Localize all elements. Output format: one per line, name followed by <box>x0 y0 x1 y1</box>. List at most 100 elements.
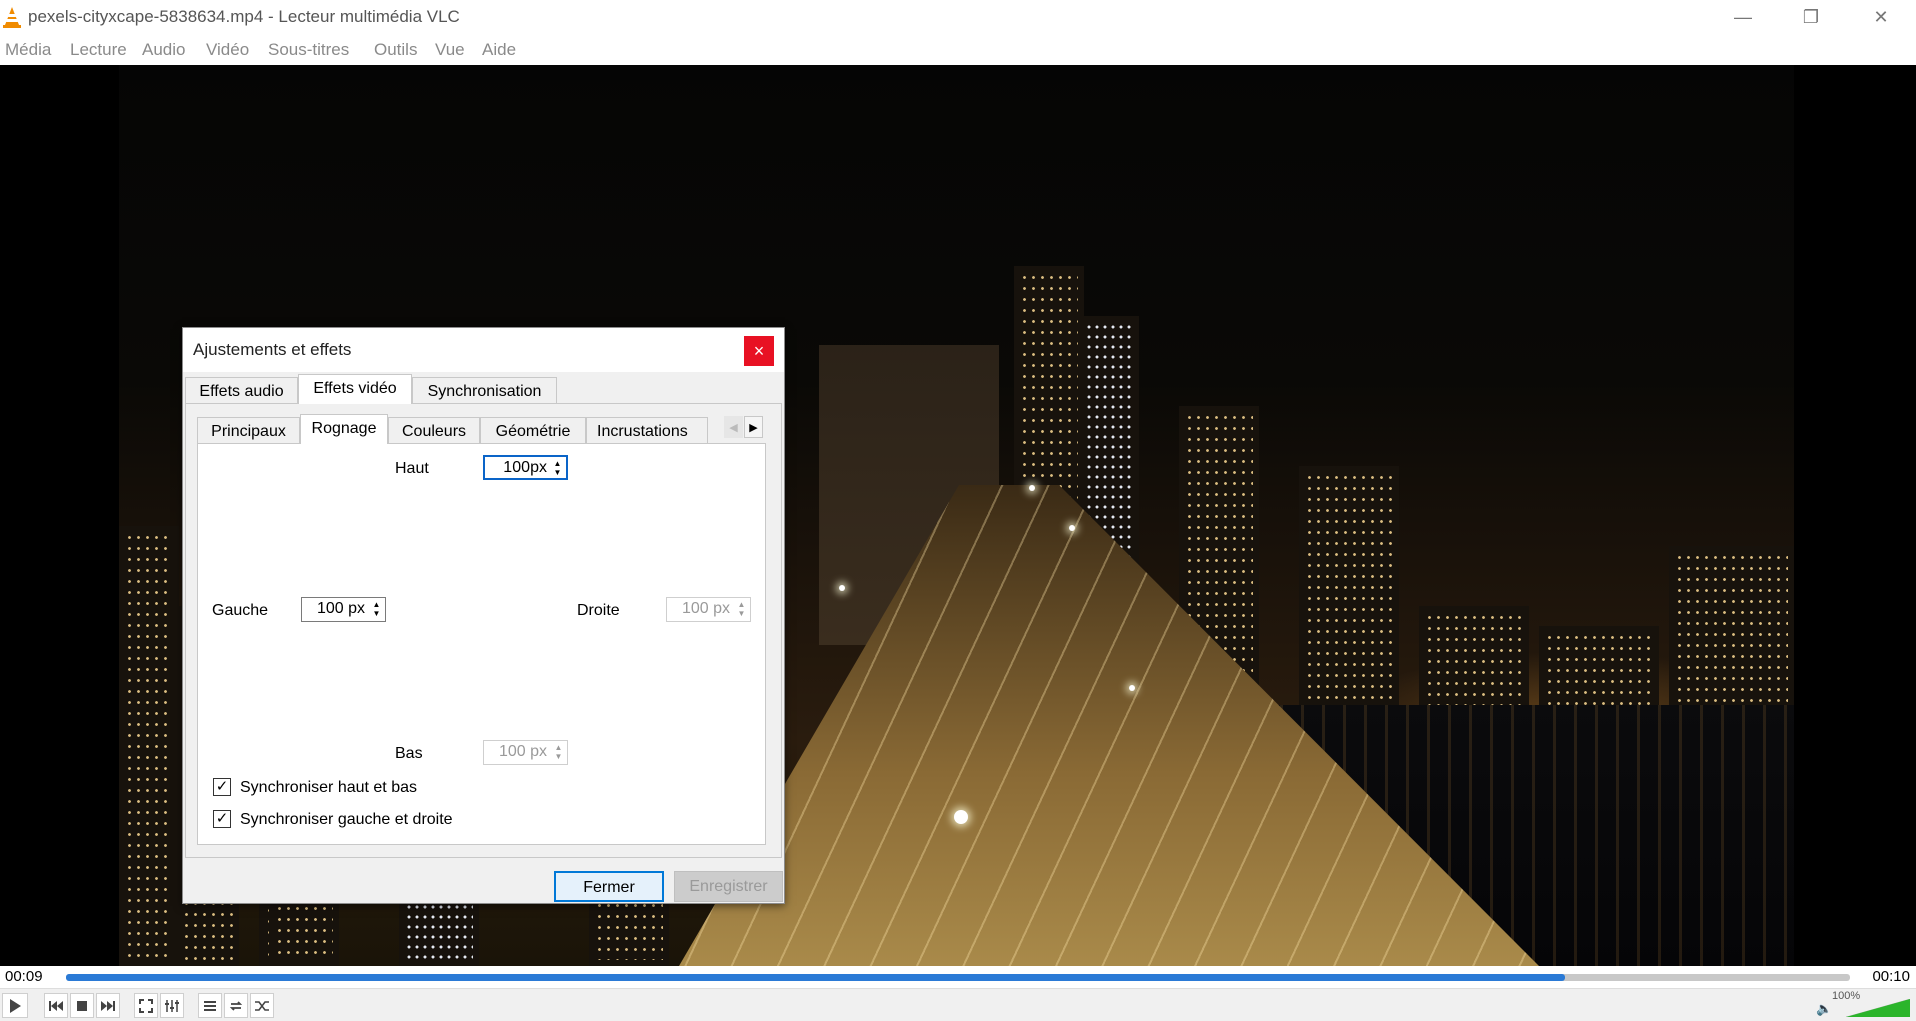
tab-scroll-left-button[interactable]: ◀ <box>724 416 743 438</box>
loop-button[interactable] <box>224 993 248 1018</box>
close-icon: ✕ <box>1873 6 1889 27</box>
dialog-title-bar: Ajustements et effets × <box>183 328 784 372</box>
left-crop-input[interactable]: 100 px ▲ ▼ <box>301 597 386 622</box>
dialog-close-button[interactable]: × <box>744 336 774 366</box>
minimize-button[interactable]: — <box>1708 0 1778 34</box>
top-crop-value: 100 <box>503 459 530 476</box>
tab-label: Effets audio <box>199 383 284 400</box>
close-icon: × <box>753 340 765 361</box>
playlist-icon <box>204 1000 216 1011</box>
chevron-left-icon: ◀ <box>729 421 738 434</box>
street-lamp <box>1129 685 1135 691</box>
menu-aide[interactable]: Aide <box>482 40 516 60</box>
stop-button[interactable] <box>70 993 94 1018</box>
menu-media[interactable]: Média <box>5 40 51 60</box>
close-button[interactable]: Fermer <box>554 871 664 902</box>
right-crop-stepper[interactable]: ▲ ▼ <box>735 600 748 619</box>
equalizer-icon <box>165 999 179 1012</box>
tab-geometrie[interactable]: Géométrie <box>480 417 586 444</box>
tab-effets-audio[interactable]: Effets audio <box>185 377 298 404</box>
save-button[interactable]: Enregistrer <box>674 871 783 902</box>
spin-up-icon: ▲ <box>553 459 562 468</box>
street-lamp <box>954 810 968 824</box>
spin-down-icon: ▼ <box>737 609 746 618</box>
window-title: pexels-cityxcape-5838634.mp4 - Lecteur m… <box>28 7 460 26</box>
right-label: Droite <box>577 602 620 619</box>
top-crop-unit: px <box>530 459 547 476</box>
menu-bar: Média Lecture Audio Vidéo Sous-titres Ou… <box>0 34 1916 65</box>
tab-effets-video[interactable]: Effets vidéo <box>298 374 412 404</box>
previous-button[interactable] <box>44 993 68 1018</box>
spin-down-icon: ▼ <box>372 609 381 618</box>
speaker-icon[interactable]: 🔈 <box>1816 1001 1832 1017</box>
tab-label: Effets vidéo <box>313 380 397 397</box>
bottom-crop-stepper[interactable]: ▲ ▼ <box>552 743 565 762</box>
bottom-crop-input[interactable]: 100 px ▲ ▼ <box>483 740 568 765</box>
tab-label: Principaux <box>211 423 286 440</box>
vlc-logo-icon <box>3 7 21 28</box>
next-icon <box>101 1000 115 1011</box>
top-crop-stepper[interactable]: ▲ ▼ <box>551 459 564 478</box>
shuffle-icon <box>255 1000 269 1011</box>
spin-up-icon: ▲ <box>737 600 746 609</box>
loop-icon <box>229 1000 243 1011</box>
fullscreen-icon <box>139 998 153 1013</box>
tab-label: Synchronisation <box>427 383 542 400</box>
top-label: Haut <box>395 460 429 477</box>
street-lamp <box>1029 485 1035 491</box>
checkmark-icon: ✓ <box>215 810 229 827</box>
tab-couleurs[interactable]: Couleurs <box>388 417 480 444</box>
sync-left-right-checkbox[interactable]: ✓ <box>213 810 231 828</box>
left-label: Gauche <box>212 602 269 619</box>
street-lamp <box>1069 525 1075 531</box>
next-button[interactable] <box>96 993 120 1018</box>
spin-up-icon: ▲ <box>372 600 381 609</box>
left-crop-value: 100 px <box>316 600 365 617</box>
street-lamp <box>839 585 845 591</box>
tab-principaux[interactable]: Principaux <box>197 417 300 444</box>
control-bar: 🔈 100% <box>0 988 1916 1021</box>
seek-progress <box>66 974 1565 981</box>
right-crop-input[interactable]: 100 px ▲ ▼ <box>666 597 751 622</box>
title-bar: pexels-cityxcape-5838634.mp4 - Lecteur m… <box>0 0 1916 34</box>
time-total: 00:10 <box>1872 968 1910 985</box>
tab-label: Géométrie <box>495 423 571 440</box>
previous-icon <box>49 1000 63 1011</box>
left-crop-stepper[interactable]: ▲ ▼ <box>370 600 383 619</box>
play-button[interactable] <box>2 993 28 1018</box>
menu-sous-titres[interactable]: Sous-titres <box>268 40 349 60</box>
menu-audio[interactable]: Audio <box>142 40 185 60</box>
right-crop-value: 100 px <box>681 600 730 617</box>
tab-incrustations[interactable]: Incrustations <box>586 417 708 444</box>
seek-slider[interactable] <box>66 974 1850 981</box>
spin-up-icon: ▲ <box>554 743 563 752</box>
tab-label: Couleurs <box>401 423 467 440</box>
adjustments-effects-dialog: Ajustements et effets × Effets audio Eff… <box>182 327 785 904</box>
restore-button[interactable]: ❐ <box>1776 0 1846 34</box>
tab-synchronisation[interactable]: Synchronisation <box>412 377 557 404</box>
building <box>119 526 179 966</box>
menu-video[interactable]: Vidéo <box>206 40 249 60</box>
extended-settings-button[interactable] <box>160 993 184 1018</box>
close-window-button[interactable]: ✕ <box>1846 0 1916 34</box>
menu-outils[interactable]: Outils <box>374 40 417 60</box>
menu-lecture[interactable]: Lecture <box>70 40 127 60</box>
tab-rognage[interactable]: Rognage <box>300 414 388 444</box>
playlist-button[interactable] <box>198 993 222 1018</box>
bottom-crop-value: 100 px <box>498 743 547 760</box>
spin-down-icon: ▼ <box>554 752 563 761</box>
chevron-right-icon: ▶ <box>749 421 758 434</box>
fullscreen-button[interactable] <box>134 993 158 1018</box>
sync-top-bottom-checkbox[interactable]: ✓ <box>213 778 231 796</box>
menu-vue[interactable]: Vue <box>435 40 465 60</box>
bottom-label: Bas <box>395 745 423 762</box>
tab-scroll-right-button[interactable]: ▶ <box>744 416 763 438</box>
tab-label: Rognage <box>311 420 377 437</box>
restore-icon: ❐ <box>1802 6 1820 27</box>
stop-icon <box>77 1000 87 1011</box>
time-elapsed: 00:09 <box>5 968 43 985</box>
top-crop-input[interactable]: 100 px ▲ ▼ <box>483 455 568 480</box>
volume-slider[interactable] <box>1846 999 1910 1017</box>
seek-bar: 00:09 00:10 <box>0 966 1916 988</box>
shuffle-button[interactable] <box>250 993 274 1018</box>
